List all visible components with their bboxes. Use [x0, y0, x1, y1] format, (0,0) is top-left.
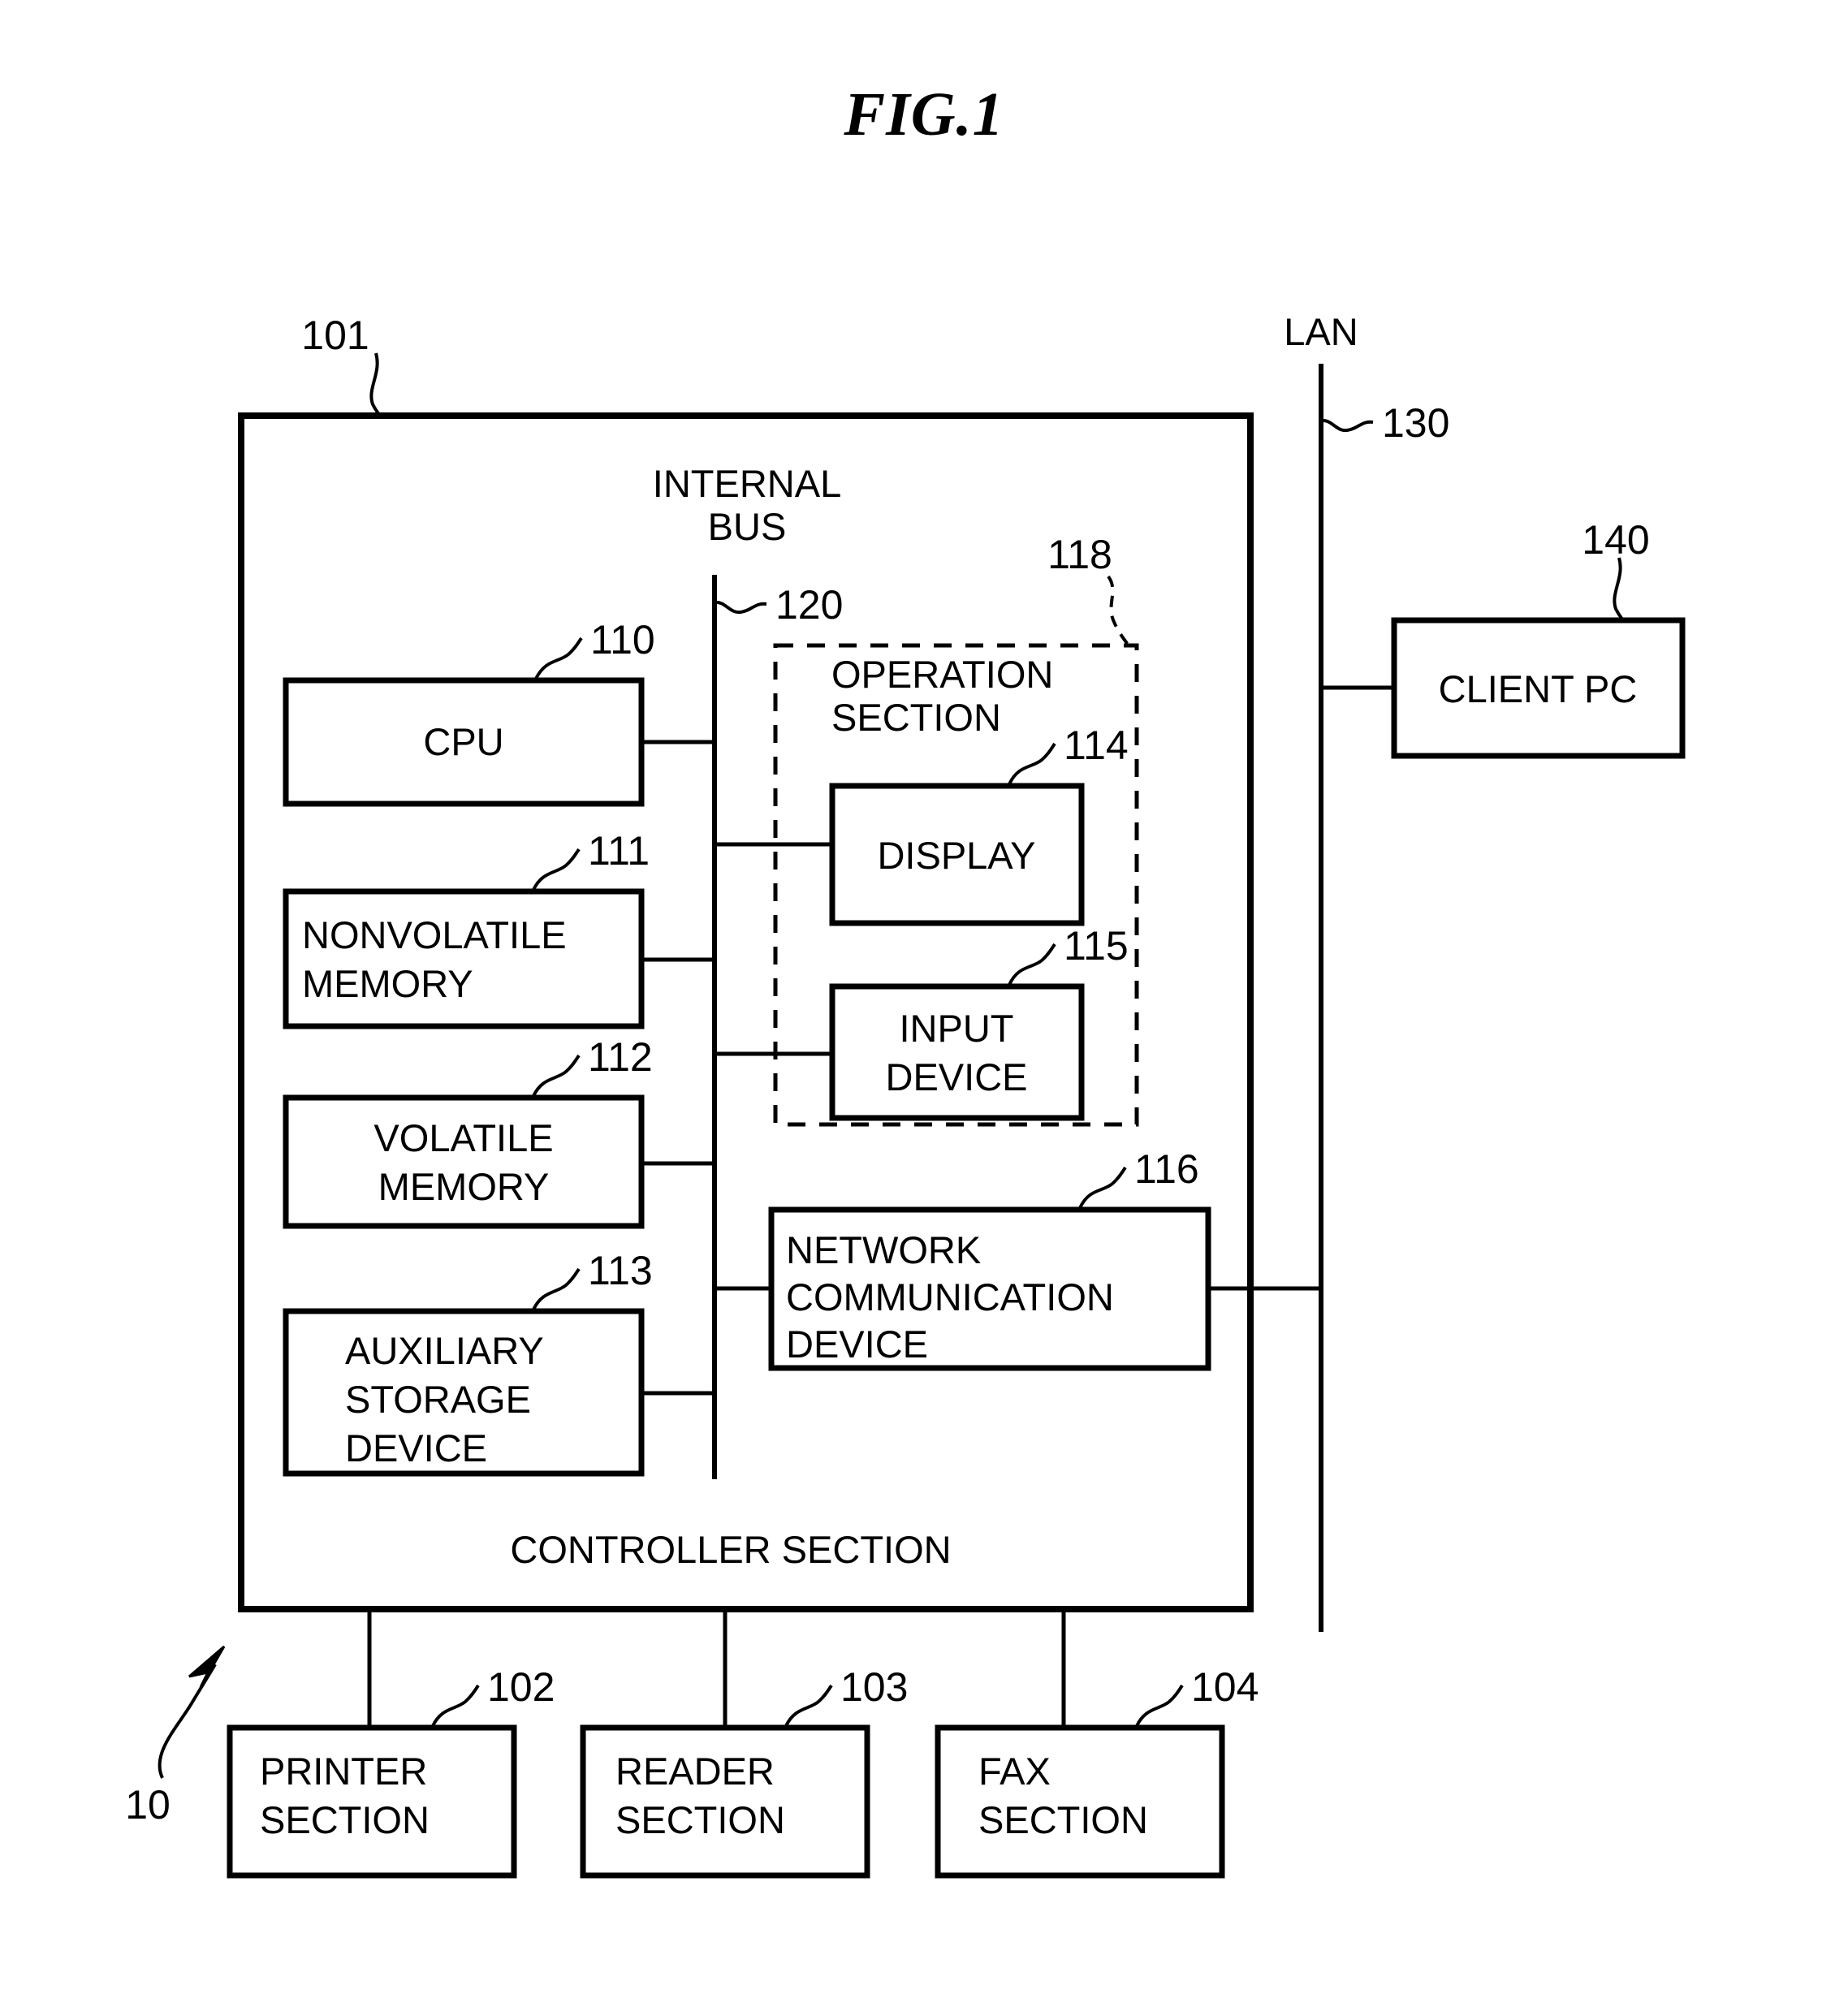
ref-140: 140	[1582, 517, 1649, 563]
leader-103	[784, 1684, 833, 1727]
ref-118: 118	[1047, 532, 1112, 577]
controller-section-label: CONTROLLER SECTION	[510, 1528, 951, 1571]
operation-section-label-line2: SECTION	[831, 696, 1001, 739]
leader-116	[1078, 1166, 1127, 1209]
ref-115: 115	[1064, 923, 1129, 969]
ref-101: 101	[301, 313, 369, 358]
reader-section-label-line2: SECTION	[615, 1798, 785, 1841]
leader-114	[1008, 742, 1056, 785]
nonvolatile-memory-label-line1: NONVOLATILE	[302, 913, 567, 956]
leader-110	[534, 637, 583, 680]
input-device-label-line2: DEVICE	[886, 1055, 1028, 1098]
ref-113: 113	[588, 1248, 653, 1293]
ref-103: 103	[840, 1664, 908, 1710]
network-device-label-line2: COMMUNICATION	[786, 1275, 1114, 1318]
auxiliary-storage-label-line3: DEVICE	[345, 1426, 487, 1469]
network-device-label-line3: DEVICE	[786, 1323, 928, 1366]
printer-section-label-line2: SECTION	[260, 1798, 430, 1841]
cpu-label: CPU	[423, 720, 503, 763]
ref-116: 116	[1134, 1146, 1199, 1192]
leader-112	[532, 1054, 581, 1097]
auxiliary-storage-label-line2: STORAGE	[345, 1378, 531, 1421]
leader-118	[1107, 575, 1130, 647]
internal-bus-label-line2: BUS	[708, 505, 787, 548]
operation-section-label-line1: OPERATION	[831, 653, 1053, 696]
ref-114: 114	[1064, 723, 1129, 768]
ref-112: 112	[588, 1034, 653, 1080]
ref-102: 102	[487, 1664, 555, 1710]
ref-10: 10	[125, 1782, 171, 1828]
auxiliary-storage-label-line1: AUXILIARY	[345, 1329, 544, 1372]
ref-104: 104	[1191, 1664, 1259, 1710]
block-diagram: 101 INTERNAL BUS 120 CPU 110 NONVOLATILE…	[125, 310, 1686, 1879]
internal-bus-label-line1: INTERNAL	[653, 462, 841, 505]
leader-111	[532, 848, 581, 891]
network-device-label-line1: NETWORK	[786, 1228, 981, 1271]
lan-label: LAN	[1284, 310, 1358, 353]
volatile-memory-label-line2: MEMORY	[378, 1165, 550, 1208]
display-label: DISPLAY	[877, 834, 1035, 877]
leader-130	[1320, 418, 1374, 433]
leader-120	[714, 600, 767, 615]
leader-115	[1008, 943, 1056, 986]
client-pc-label: CLIENT PC	[1439, 667, 1638, 710]
ref-120: 120	[775, 582, 843, 628]
leader-113	[532, 1267, 581, 1310]
input-device-label-line1: INPUT	[900, 1007, 1014, 1050]
leader-101	[369, 352, 382, 417]
fax-section-label-line2: SECTION	[978, 1798, 1148, 1841]
volatile-memory-label-line1: VOLATILE	[373, 1116, 553, 1159]
leader-10	[158, 1663, 217, 1779]
leader-102	[431, 1684, 480, 1727]
ref-111: 111	[588, 828, 650, 874]
ref-110: 110	[590, 617, 655, 662]
ref-130: 130	[1382, 400, 1449, 446]
nonvolatile-memory-label-line2: MEMORY	[302, 962, 473, 1005]
fax-section-label-line1: FAX	[978, 1750, 1051, 1793]
nonvolatile-memory-box	[283, 888, 645, 1029]
reader-section-label-line1: READER	[615, 1750, 775, 1793]
leader-104	[1135, 1684, 1184, 1727]
patent-figure-page: FIG.1 101 INTERNAL BUS 120 CPU 110 NONVO…	[0, 0, 1848, 2011]
printer-section-label-line1: PRINTER	[260, 1750, 427, 1793]
leader-140	[1613, 557, 1625, 622]
